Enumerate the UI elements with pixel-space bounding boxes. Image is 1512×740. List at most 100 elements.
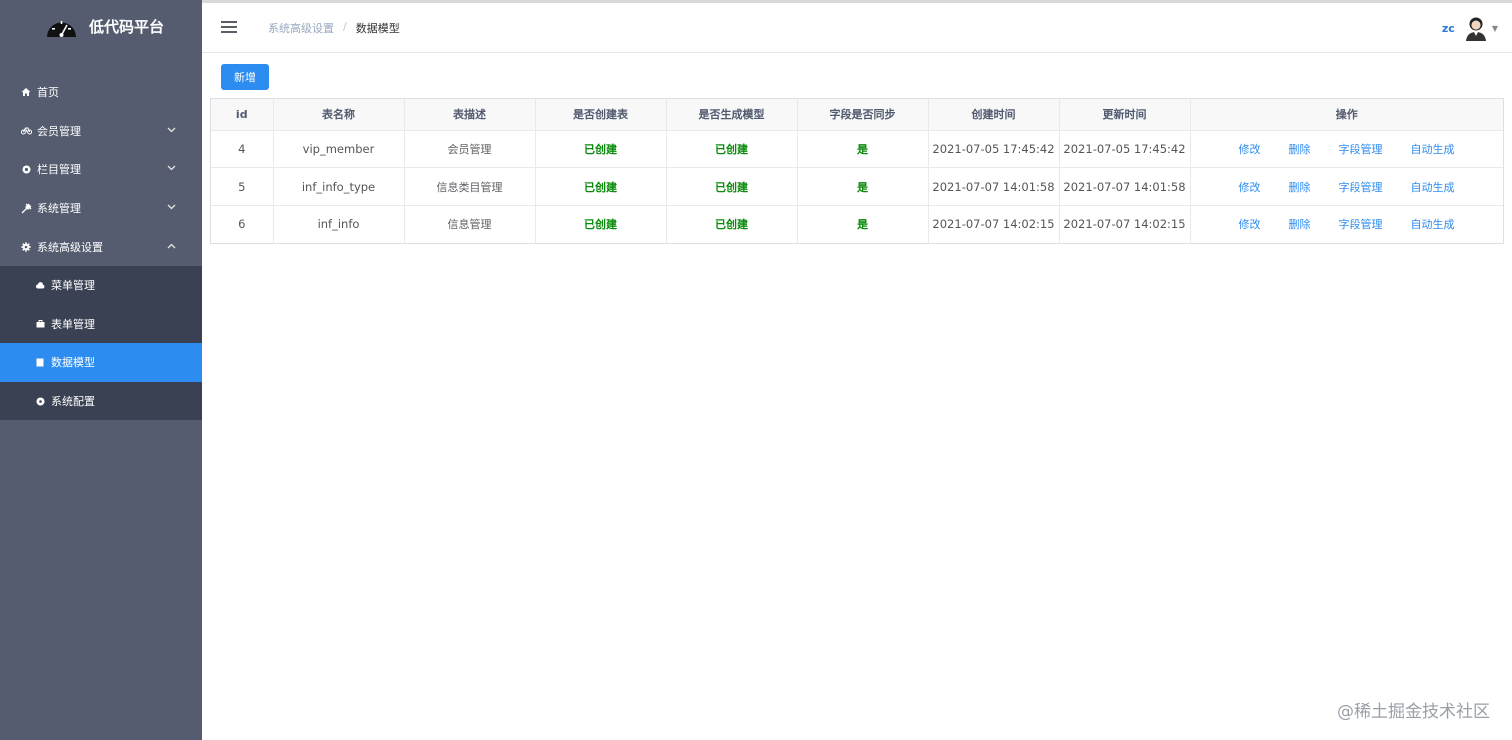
field-management-link[interactable]: 字段管理 <box>1339 216 1383 232</box>
breadcrumb-separator: / <box>343 20 347 33</box>
chevron-down-icon <box>167 164 176 174</box>
auto-generate-link[interactable]: 自动生成 <box>1411 179 1455 195</box>
cell-table-created: 已创建 <box>535 205 667 244</box>
cell-updated-time: 2021-07-05 17:45:42 <box>1059 130 1191 169</box>
brand-title: 低代码平台 <box>89 17 165 36</box>
cell-created-time: 2021-07-05 17:45:42 <box>928 130 1060 169</box>
delete-link[interactable]: 删除 <box>1289 216 1311 232</box>
column-header: 表描述 <box>404 99 536 131</box>
cell-id: 5 <box>211 167 274 206</box>
delete-link[interactable]: 删除 <box>1289 179 1311 195</box>
cell-created-time: 2021-07-07 14:01:58 <box>928 167 1060 206</box>
cell-actions: 修改 删除 字段管理 自动生成 <box>1190 205 1503 243</box>
auto-generate-link[interactable]: 自动生成 <box>1411 216 1455 232</box>
cell-actions: 修改 删除 字段管理 自动生成 <box>1190 130 1503 169</box>
sidebar-item-label: 数据模型 <box>51 356 95 370</box>
data-model-table: id 表名称 表描述 是否创建表 是否生成模型 字段是否同步 创建时间 更新时间… <box>210 98 1504 245</box>
column-header: 是否生成模型 <box>666 99 798 131</box>
chevron-down-icon <box>167 126 176 136</box>
hamburger-menu-icon[interactable] <box>221 21 237 33</box>
cell-id: 4 <box>211 130 274 169</box>
dot-icon <box>20 165 32 174</box>
sidebar-item-label: 栏目管理 <box>37 163 81 177</box>
bicycle-icon <box>20 126 32 135</box>
cell-description: 信息类目管理 <box>404 167 536 206</box>
sidebar-item-label: 表单管理 <box>51 317 95 331</box>
sidebar-item-columns[interactable]: 栏目管理 <box>0 150 202 189</box>
cell-updated-time: 2021-07-07 14:02:15 <box>1059 205 1191 244</box>
chevron-down-icon <box>167 203 176 213</box>
column-header: 字段是否同步 <box>797 99 929 131</box>
sidebar-item-form-management[interactable]: 表单管理 <box>0 305 202 344</box>
delete-link[interactable]: 删除 <box>1289 141 1311 157</box>
edit-link[interactable]: 修改 <box>1239 141 1261 157</box>
top-navbar: 系统高级设置 / 数据模型 zc ▼ <box>202 3 1512 53</box>
table-header-row: id 表名称 表描述 是否创建表 是否生成模型 字段是否同步 创建时间 更新时间… <box>211 99 1503 131</box>
edit-link[interactable]: 修改 <box>1239 179 1261 195</box>
column-header: 操作 <box>1190 99 1503 131</box>
sidebar-item-menu-management[interactable]: 菜单管理 <box>0 266 202 305</box>
caret-down-icon: ▼ <box>1491 23 1498 33</box>
sidebar-item-home[interactable]: 首页 <box>0 73 202 112</box>
cell-actions: 修改 删除 字段管理 自动生成 <box>1190 167 1503 206</box>
cell-fields-synced: 是 <box>797 167 929 206</box>
cell-table-created: 已创建 <box>535 167 667 206</box>
sidebar-item-label: 会员管理 <box>37 124 81 138</box>
cell-fields-synced: 是 <box>797 130 929 169</box>
column-header: 创建时间 <box>928 99 1060 131</box>
sidebar-item-system[interactable]: 系统管理 <box>0 189 202 228</box>
cell-model-generated: 已创建 <box>666 167 798 206</box>
cell-id: 6 <box>211 205 274 244</box>
cell-description: 会员管理 <box>404 130 536 169</box>
submenu-advanced-settings: 菜单管理 表单管理 数据模型 系统配置 <box>0 265 202 421</box>
column-header: 是否创建表 <box>535 99 667 131</box>
cell-created-time: 2021-07-07 14:02:15 <box>928 205 1060 244</box>
sidebar-item-label: 系统高级设置 <box>37 240 103 254</box>
breadcrumb: 系统高级设置 / 数据模型 <box>268 20 400 36</box>
sidebar-item-advanced-settings[interactable]: 系统高级设置 <box>0 227 202 266</box>
user-name: zc <box>1441 21 1455 35</box>
app-root: 低代码平台 首页 会员管理 栏目管理 系统管理 系统高级设置 菜单管理 表单管理… <box>0 0 1512 740</box>
watermark: @稀土掘金技术社区 <box>1337 702 1490 722</box>
table-row: 6 inf_info 信息管理 已创建 已创建 是 2021-07-07 14:… <box>211 205 1503 244</box>
gear-icon <box>20 241 32 252</box>
breadcrumb-current: 数据模型 <box>355 22 400 35</box>
chevron-up-icon <box>167 242 176 252</box>
document-icon <box>35 358 45 367</box>
sidebar-menu: 首页 会员管理 栏目管理 系统管理 系统高级设置 菜单管理 表单管理 数据模型 … <box>0 73 202 421</box>
edit-link[interactable]: 修改 <box>1239 216 1261 232</box>
cell-table-created: 已创建 <box>535 130 667 169</box>
auto-generate-link[interactable]: 自动生成 <box>1411 141 1455 157</box>
user-menu[interactable]: zc ▼ <box>1442 15 1498 41</box>
field-management-link[interactable]: 字段管理 <box>1339 179 1383 195</box>
circle-icon <box>35 397 45 406</box>
cell-table-name: inf_info <box>273 205 405 244</box>
column-header: 表名称 <box>273 99 405 131</box>
briefcase-icon <box>35 319 45 328</box>
column-header: 更新时间 <box>1059 99 1191 131</box>
cloud-icon <box>35 281 45 289</box>
dashboard-logo-icon <box>47 21 76 37</box>
sidebar: 低代码平台 首页 会员管理 栏目管理 系统管理 系统高级设置 菜单管理 表单管理… <box>0 0 202 740</box>
sidebar-item-members[interactable]: 会员管理 <box>0 112 202 151</box>
cell-updated-time: 2021-07-07 14:01:58 <box>1059 167 1191 206</box>
sidebar-item-data-model[interactable]: 数据模型 <box>0 343 202 382</box>
sidebar-item-label: 系统配置 <box>51 395 95 409</box>
cell-fields-synced: 是 <box>797 205 929 244</box>
sidebar-item-system-config[interactable]: 系统配置 <box>0 382 202 421</box>
add-button[interactable]: 新增 <box>221 64 269 90</box>
table-row: 5 inf_info_type 信息类目管理 已创建 已创建 是 2021-07… <box>211 167 1503 206</box>
brand[interactable]: 低代码平台 <box>0 0 202 52</box>
cell-table-name: inf_info_type <box>273 167 405 206</box>
sidebar-item-label: 首页 <box>37 86 59 100</box>
cell-table-name: vip_member <box>273 130 405 169</box>
cell-model-generated: 已创建 <box>666 130 798 169</box>
field-management-link[interactable]: 字段管理 <box>1339 141 1383 157</box>
home-icon <box>20 87 32 97</box>
sidebar-item-label: 系统管理 <box>37 202 81 216</box>
tools-icon <box>20 203 32 214</box>
breadcrumb-item[interactable]: 系统高级设置 <box>268 20 334 36</box>
sidebar-item-label: 菜单管理 <box>51 279 95 293</box>
cell-model-generated: 已创建 <box>666 205 798 244</box>
avatar <box>1465 17 1486 41</box>
